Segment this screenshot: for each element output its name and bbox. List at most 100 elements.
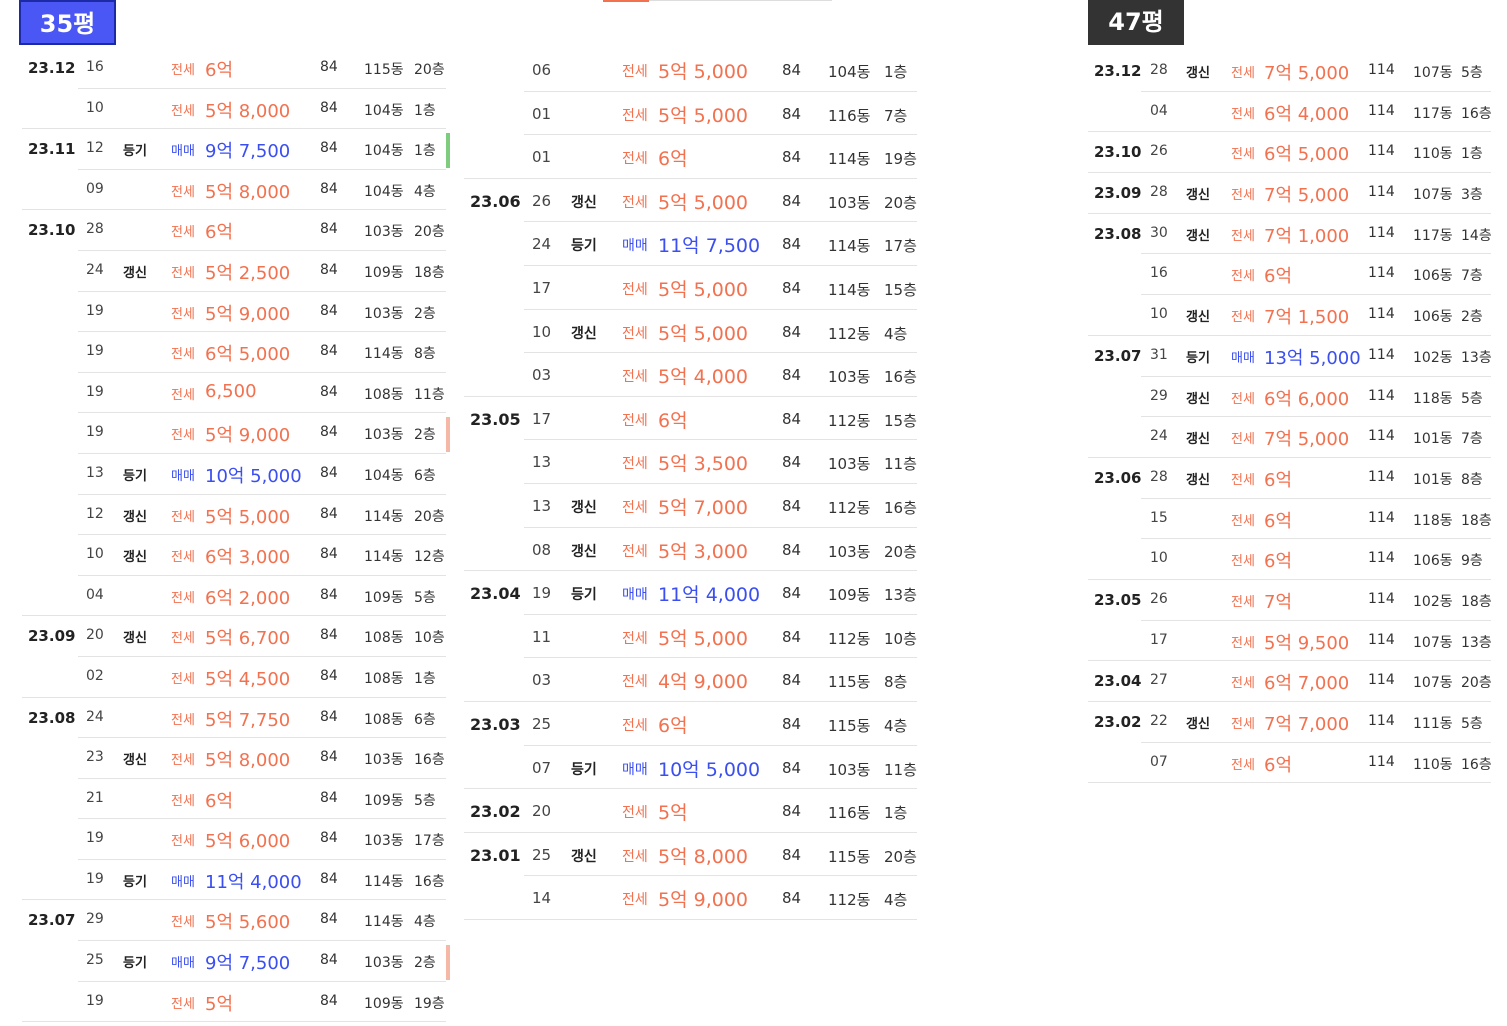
transaction-row[interactable]: 17 전세 5억 5,000 84 114동 15층 — [464, 266, 917, 310]
transaction-row[interactable]: 10 전세 6억 114 106동 9층 — [1088, 539, 1491, 580]
area-sqm: 114 — [1368, 428, 1395, 445]
transaction-row[interactable]: 13 등기 매매 10억 5,000 84 104동 6층 — [22, 454, 446, 495]
transaction-row[interactable]: 23.12 28 갱신 전세 7억 5,000 114 107동 5층 — [1088, 51, 1491, 92]
contract-tag: 갱신 — [1186, 717, 1210, 732]
transaction-row[interactable]: 01 전세 6억 84 114동 19층 — [464, 135, 917, 179]
deal-price: 7억 5,000 — [1264, 63, 1350, 84]
transaction-row[interactable]: 10 갱신 전세 6억 3,000 84 114동 12층 — [22, 535, 446, 576]
transaction-row[interactable]: 23 갱신 전세 5억 8,000 84 103동 16층 — [22, 738, 446, 779]
transaction-row[interactable]: 13 갱신 전세 5억 7,000 84 112동 16층 — [464, 484, 917, 528]
row-divider — [22, 1021, 446, 1023]
deal-type: 전세 — [1231, 676, 1255, 692]
deal-type: 전세 — [1231, 594, 1255, 610]
building-dong: 109동 — [828, 586, 871, 605]
transaction-row[interactable]: 23.01 25 갱신 전세 5억 8,000 84 115동 20층 — [464, 833, 917, 877]
transaction-row[interactable]: 01 전세 5억 5,000 84 116동 7층 — [464, 92, 917, 136]
deal-type: 전세 — [171, 306, 195, 322]
transaction-row[interactable]: 23.10 28 전세 6억 84 103동 20층 — [22, 210, 446, 251]
transaction-row[interactable]: 10 전세 5억 8,000 84 104동 1층 — [22, 89, 446, 130]
transaction-row[interactable]: 03 전세 4억 9,000 84 115동 8층 — [464, 658, 917, 702]
transaction-row[interactable]: 15 전세 6억 114 118동 18층 — [1088, 499, 1492, 540]
deal-type: 전세 — [171, 996, 195, 1012]
transaction-row[interactable]: 07 전세 6억 114 110동 16층 — [1088, 743, 1492, 784]
transaction-row[interactable]: 23.08 30 갱신 전세 7억 1,000 114 117동 14층 — [1088, 214, 1492, 255]
transaction-row[interactable]: 24 갱신 전세 5억 2,500 84 109동 18층 — [22, 251, 446, 292]
transaction-row[interactable]: 23.04 19 등기 매매 11억 4,000 84 109동 13층 — [464, 571, 917, 615]
transaction-row[interactable]: 29 갱신 전세 6억 6,000 114 118동 5층 — [1088, 377, 1491, 418]
transaction-row[interactable]: 10 갱신 전세 7억 1,500 114 106동 2층 — [1088, 295, 1491, 336]
deal-type: 전세 — [171, 428, 195, 444]
transaction-row[interactable]: 24 등기 매매 11억 7,500 84 114동 17층 — [464, 222, 917, 266]
transaction-row[interactable]: 23.06 28 갱신 전세 6억 114 101동 8층 — [1088, 458, 1491, 499]
transaction-row[interactable]: 23.05 26 전세 7억 114 102동 18층 — [1088, 580, 1492, 621]
transaction-row[interactable]: 25 등기 매매 9억 7,500 84 103동 2층 — [22, 941, 450, 982]
building-dong: 114동 — [364, 346, 404, 363]
transaction-row[interactable]: 23.06 26 갱신 전세 5억 5,000 84 103동 20층 — [464, 179, 917, 223]
transaction-row[interactable]: 03 전세 5억 4,000 84 103동 16층 — [464, 353, 917, 397]
transaction-row[interactable]: 23.07 29 전세 5억 5,600 84 114동 4층 — [22, 900, 446, 942]
area-sqm: 84 — [320, 830, 338, 847]
transaction-row[interactable]: 23.11 12 등기 매매 9억 7,500 84 104동 1층 — [22, 129, 450, 170]
deal-price: 6억 4,000 — [1264, 103, 1350, 125]
floor-number: 1층 — [884, 63, 908, 81]
transaction-row[interactable]: 16 전세 6억 114 106동 7층 — [1088, 254, 1491, 296]
transaction-row[interactable]: 19 전세 5억 9,000 84 103동 2층 — [22, 292, 446, 333]
deal-type: 전세 — [171, 590, 195, 606]
transaction-row[interactable]: 21 전세 6억 84 109동 5층 — [22, 779, 446, 820]
area-sqm: 84 — [320, 952, 338, 969]
deal-type: 전세 — [1231, 391, 1255, 407]
transaction-row[interactable]: 17 전세 5억 9,500 114 107동 13층 — [1088, 621, 1492, 662]
transaction-row[interactable]: 23.08 24 전세 5억 7,750 84 108동 6층 — [22, 698, 446, 739]
transaction-row[interactable]: 23.07 31 등기 매매 13억 5,000 114 102동 13층 — [1088, 336, 1492, 377]
transaction-row[interactable]: 19 등기 매매 11억 4,000 84 114동 16층 — [22, 860, 446, 901]
transaction-row[interactable]: 23.04 27 전세 6억 7,000 114 107동 20층 — [1088, 661, 1492, 702]
transaction-row[interactable]: 10 갱신 전세 5억 5,000 84 112동 4층 — [464, 310, 917, 354]
transaction-row[interactable]: 13 전세 5억 3,500 84 103동 11층 — [464, 440, 917, 484]
transaction-row[interactable]: 12 갱신 전세 5억 5,000 84 114동 20층 — [22, 495, 446, 536]
transaction-month: 23.05 — [1094, 590, 1142, 609]
deal-type: 전세 — [1231, 757, 1255, 773]
deal-price: 5억 8,000 — [205, 100, 291, 122]
transaction-row[interactable]: 23.12 16 전세 6억 84 115동 20층 — [22, 48, 446, 89]
pyeong-35-badge[interactable]: 35평 — [19, 0, 116, 45]
transaction-row[interactable]: 14 전세 5억 9,000 84 112동 4층 — [464, 876, 917, 920]
transaction-row[interactable]: 23.10 26 전세 6억 5,000 114 110동 1층 — [1088, 132, 1491, 174]
deal-price: 5억 8,000 — [205, 750, 291, 772]
deal-price: 6억 — [658, 714, 688, 737]
transaction-row[interactable]: 04 전세 6억 4,000 114 117동 16층 — [1088, 92, 1492, 133]
transaction-row[interactable]: 23.05 17 전세 6억 84 112동 15층 — [464, 397, 917, 441]
transaction-row[interactable]: 06 전세 5억 5,000 84 104동 1층 — [464, 48, 917, 92]
deal-type: 매매 — [171, 468, 195, 484]
transaction-row[interactable]: 11 전세 5억 5,000 84 112동 10층 — [464, 615, 917, 659]
transaction-row[interactable]: 19 전세 6,500 84 108동 11층 — [22, 373, 446, 414]
transaction-month: 23.10 — [1094, 143, 1142, 162]
transaction-row[interactable]: 23.09 20 갱신 전세 5억 6,700 84 108동 10층 — [22, 616, 446, 657]
transaction-row[interactable]: 23.09 28 갱신 전세 7억 5,000 114 107동 3층 — [1088, 173, 1491, 214]
transaction-row[interactable]: 23.02 22 갱신 전세 7억 7,000 114 111동 5층 — [1088, 702, 1491, 743]
deal-price: 6억 2,000 — [205, 587, 291, 609]
transaction-row[interactable]: 24 갱신 전세 7억 5,000 114 101동 7층 — [1088, 417, 1491, 458]
transaction-row[interactable]: 19 전세 5억 9,000 84 103동 2층 — [22, 413, 450, 454]
transaction-row[interactable]: 19 전세 5억 84 109동 19층 — [22, 982, 446, 1023]
transaction-row[interactable]: 04 전세 6억 2,000 84 109동 5층 — [22, 576, 446, 617]
transaction-row[interactable]: 19 전세 5억 6,000 84 103동 17층 — [22, 819, 446, 860]
transaction-row[interactable]: 02 전세 5억 4,500 84 108동 1층 — [22, 657, 446, 698]
deal-price: 5억 5,600 — [205, 912, 291, 934]
floor-number: 11층 — [884, 455, 917, 474]
transaction-row[interactable]: 19 전세 6억 5,000 84 114동 8층 — [22, 332, 446, 373]
transaction-row[interactable]: 23.03 25 전세 6억 84 115동 4층 — [464, 702, 917, 746]
floor-number: 4층 — [884, 324, 908, 343]
deal-price: 5억 5,000 — [205, 506, 291, 528]
transaction-row[interactable]: 09 전세 5억 8,000 84 104동 4층 — [22, 170, 446, 211]
building-dong: 112동 — [828, 891, 871, 910]
transaction-row[interactable]: 23.02 20 전세 5억 84 116동 1층 — [464, 789, 917, 833]
area-sqm: 84 — [320, 627, 338, 644]
transaction-day: 19 — [86, 383, 104, 400]
transaction-day: 28 — [1150, 468, 1168, 485]
floor-number: 16층 — [414, 873, 445, 890]
deal-type: 매매 — [171, 874, 195, 890]
pyeong-47-badge[interactable]: 47평 — [1088, 0, 1184, 45]
transaction-row[interactable]: 07 등기 매매 10억 5,000 84 103동 11층 — [464, 746, 917, 790]
deal-type: 전세 — [171, 184, 195, 200]
transaction-row[interactable]: 08 갱신 전세 5억 3,000 84 103동 20층 — [464, 528, 917, 572]
